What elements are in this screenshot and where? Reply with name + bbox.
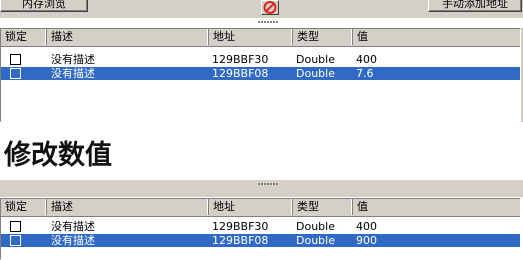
table-row-selected[interactable]: 没有描述 129BBF08 Double 900 <box>1 234 520 247</box>
lock-checkbox[interactable] <box>10 221 21 232</box>
address-list-panel-after: 锁定 描述 地址 类型 值 没有描述 129BBF30 Double 400 没… <box>0 180 523 260</box>
column-header-type[interactable]: 类型 <box>293 199 353 215</box>
column-header-address[interactable]: 地址 <box>209 199 293 215</box>
row-description: 没有描述 <box>51 67 95 80</box>
row-value: 400 <box>356 53 377 66</box>
row-type: Double <box>296 67 335 80</box>
row-type: Double <box>296 234 335 247</box>
list-header: 锁定 描述 地址 类型 值 <box>1 199 520 217</box>
column-header-address[interactable]: 地址 <box>209 29 293 45</box>
memory-browse-button[interactable]: 内存浏览 <box>0 0 88 12</box>
column-header-lock[interactable]: 锁定 <box>1 199 47 215</box>
row-address: 129BBF08 <box>212 234 269 247</box>
column-header-description[interactable]: 描述 <box>47 29 209 45</box>
column-header-lock[interactable]: 锁定 <box>1 29 47 45</box>
row-value: 900 <box>356 234 377 247</box>
table-row[interactable]: 没有描述 129BBF30 Double 400 <box>1 53 520 66</box>
column-header-type[interactable]: 类型 <box>293 29 353 45</box>
address-list[interactable]: 锁定 描述 地址 类型 值 没有描述 129BBF30 Double 400 没… <box>0 28 521 122</box>
row-value: 7.6 <box>356 67 374 80</box>
column-header-value[interactable]: 值 <box>353 199 520 215</box>
row-type: Double <box>296 53 335 66</box>
row-value: 400 <box>356 220 377 233</box>
toolbar: 内存浏览 手动添加地址 <box>0 0 523 18</box>
no-entry-icon[interactable] <box>261 0 279 15</box>
row-address: 129BBF30 <box>212 220 269 233</box>
column-header-value[interactable]: 值 <box>353 29 520 45</box>
row-description: 没有描述 <box>51 220 95 233</box>
grip-dots-icon[interactable] <box>258 21 282 25</box>
table-row[interactable]: 没有描述 129BBF30 Double 400 <box>1 220 520 233</box>
list-header: 锁定 描述 地址 类型 值 <box>1 29 520 47</box>
address-list-panel-before: 内存浏览 手动添加地址 锁定 描述 地址 类型 值 没有描述 129BBF30 … <box>0 0 523 122</box>
grip-dots-icon[interactable] <box>258 183 282 187</box>
table-row-selected[interactable]: 没有描述 129BBF08 Double 7.6 <box>1 67 520 80</box>
row-description: 没有描述 <box>51 53 95 66</box>
lock-checkbox[interactable] <box>10 68 21 79</box>
address-list[interactable]: 锁定 描述 地址 类型 值 没有描述 129BBF30 Double 400 没… <box>0 198 521 260</box>
row-address: 129BBF08 <box>212 67 269 80</box>
lock-checkbox[interactable] <box>10 54 21 65</box>
section-heading: 修改数值 <box>4 140 112 171</box>
row-type: Double <box>296 220 335 233</box>
row-address: 129BBF30 <box>212 53 269 66</box>
manual-add-address-button[interactable]: 手动添加地址 <box>428 0 522 12</box>
column-header-description[interactable]: 描述 <box>47 199 209 215</box>
row-description: 没有描述 <box>51 234 95 247</box>
lock-checkbox[interactable] <box>10 235 21 246</box>
